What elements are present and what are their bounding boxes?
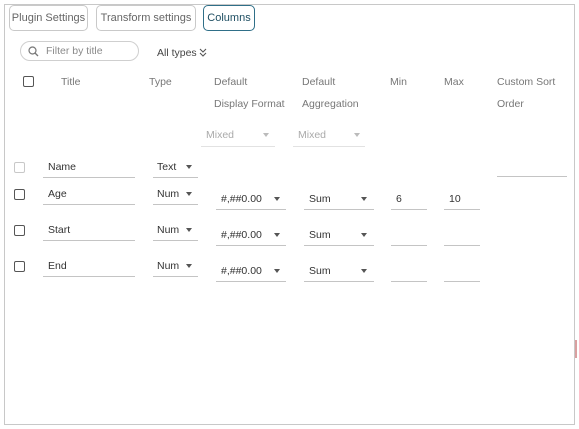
row-aggregation[interactable]: Sum [309,265,331,277]
aggregation-underline [304,281,374,282]
tab-columns[interactable]: Columns [203,5,255,31]
chevron-down-icon[interactable] [186,192,192,196]
header-line: Display Format [214,98,285,110]
title-underline [43,276,135,277]
chevron-down-icon[interactable] [361,197,367,201]
chevron-down-icon[interactable] [274,197,280,201]
aggregation-underline [304,245,374,246]
bulk-display-format-select[interactable]: Mixed [201,126,275,148]
columns-panel [4,4,575,425]
filter-input[interactable]: Filter by title [20,41,139,61]
chevron-down-icon[interactable] [186,264,192,268]
tab-plugin-settings[interactable]: Plugin Settings [9,5,88,31]
header-line: Custom Sort [497,76,556,88]
header-line: Aggregation [302,98,359,110]
row-checkbox[interactable] [14,225,25,236]
header-type: Type [149,76,172,88]
chevron-down-icon[interactable] [361,269,367,273]
chevron-down-icon[interactable] [361,233,367,237]
type-filter-label: All types [157,47,197,59]
row-type[interactable]: Num [157,224,179,236]
tab-transform-settings[interactable]: Transform settings [96,5,196,31]
search-icon [28,46,39,57]
row-aggregation[interactable]: Sum [309,229,331,241]
type-underline [153,177,198,178]
aggregation-underline [304,209,374,210]
header-title: Title [61,76,81,88]
chevron-down-icon [354,133,360,137]
title-underline [43,177,135,178]
header-default-display-format: Default Display Format [214,71,285,115]
header-line: Default [302,76,336,88]
double-chevron-down-icon [199,48,207,57]
chevron-down-icon [263,133,269,137]
type-underline [153,204,198,205]
select-underline [293,146,365,147]
min-underline [391,209,427,210]
format-underline [216,281,286,282]
title-underline [43,204,135,205]
chevron-down-icon[interactable] [274,233,280,237]
row-title[interactable]: Age [48,188,67,200]
row-type[interactable]: Text [157,161,176,173]
bulk-aggregation-select[interactable]: Mixed [293,126,365,148]
bulk-display-format-value: Mixed [206,129,235,141]
min-input[interactable] [391,245,427,246]
format-underline [216,245,286,246]
filter-placeholder: Filter by title [46,45,103,57]
row-checkbox[interactable] [14,189,25,200]
row-type[interactable]: Num [157,188,179,200]
format-underline [216,209,286,210]
row-aggregation[interactable]: Sum [309,193,331,205]
row-display-format[interactable]: #,##0.00 [221,229,262,241]
header-custom-sort-order: Custom Sort Order [497,71,555,115]
custom-sort-input[interactable] [497,176,567,177]
row-display-format[interactable]: #,##0.00 [221,265,262,277]
row-min[interactable]: 6 [396,193,402,205]
select-all-checkbox[interactable] [23,76,34,87]
header-min: Min [390,76,407,88]
header-default-aggregation: Default Aggregation [302,71,359,115]
max-underline [444,209,480,210]
row-checkbox[interactable] [14,162,25,173]
header-line: Order [497,98,524,110]
header-max: Max [444,76,464,88]
chevron-down-icon[interactable] [186,228,192,232]
chevron-down-icon[interactable] [186,165,192,169]
header-line: Default [214,76,248,88]
type-underline [153,276,198,277]
title-underline [43,240,135,241]
type-underline [153,240,198,241]
row-type[interactable]: Num [157,260,179,272]
row-title[interactable]: End [48,260,67,272]
max-input[interactable] [444,245,480,246]
row-checkbox[interactable] [14,261,25,272]
max-input[interactable] [444,281,480,282]
min-input[interactable] [391,281,427,282]
row-max[interactable]: 10 [449,193,461,205]
chevron-down-icon[interactable] [274,269,280,273]
select-underline [201,146,275,147]
bulk-aggregation-value: Mixed [298,129,327,141]
type-filter-dropdown[interactable]: All types [157,47,207,59]
edge-marker [575,340,577,358]
row-title[interactable]: Start [48,224,70,236]
row-title[interactable]: Name [48,161,76,173]
row-display-format[interactable]: #,##0.00 [221,193,262,205]
